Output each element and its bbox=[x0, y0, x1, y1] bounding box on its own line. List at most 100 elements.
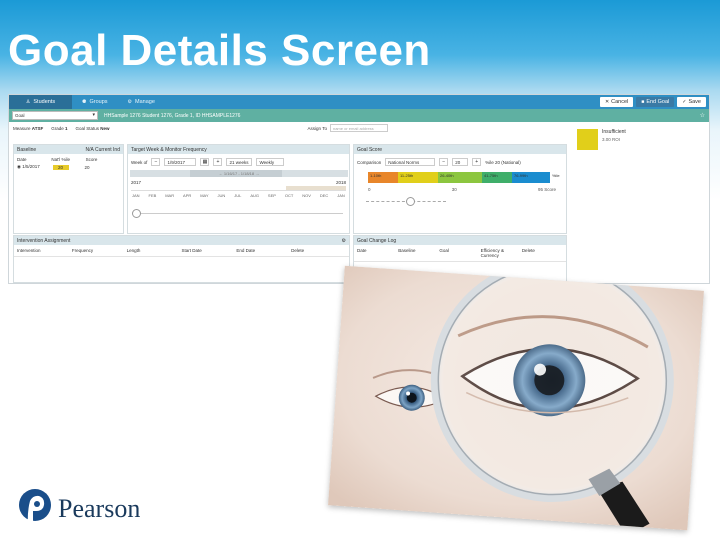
frequency-select[interactable]: Weekly bbox=[256, 158, 285, 166]
tab-manage[interactable]: ⚙ Manage bbox=[118, 95, 165, 109]
assign-input[interactable]: name or email address bbox=[329, 124, 388, 132]
star-icon[interactable]: ☆ bbox=[700, 112, 705, 119]
intervention-column-header[interactable]: Intervention bbox=[17, 248, 72, 253]
grade-label: Grade bbox=[51, 125, 64, 131]
month-label: JAN bbox=[337, 193, 345, 198]
measure-value: ATSF bbox=[31, 125, 44, 131]
student-bar: Goal ▾ HHSample 1276 Student 1276, Grade… bbox=[9, 109, 709, 122]
week-slider-handle[interactable] bbox=[132, 209, 141, 218]
month-label: JAN bbox=[132, 193, 140, 198]
assign-label: Assign To bbox=[307, 125, 327, 131]
pearson-logo-icon bbox=[19, 489, 51, 528]
axis-start: 0 bbox=[368, 187, 371, 192]
date-range-bar[interactable]: ← 1/16/17 - 1/18/18 → bbox=[130, 170, 348, 177]
intervention-column-header[interactable]: End Date bbox=[236, 248, 291, 253]
changelog-column-header[interactable]: Goal bbox=[439, 248, 480, 258]
table-row[interactable]: ◉ 1/5/2017 20 20 bbox=[14, 163, 123, 171]
tab-students[interactable]: ♙ Students bbox=[9, 95, 72, 109]
end-goal-button[interactable]: ■ End Goal bbox=[636, 97, 675, 107]
week-input[interactable]: 1/9/2017 bbox=[164, 158, 197, 166]
weeks-select[interactable]: 21 weeks bbox=[226, 158, 253, 166]
changelog-column-header[interactable]: Delete bbox=[522, 248, 563, 258]
month-label: SEP bbox=[267, 193, 276, 198]
axis-end: 95 Score bbox=[537, 187, 556, 192]
baseline-col-pct: Nat'l %ile bbox=[51, 157, 70, 162]
percentile-bands: 1-10th 11-25th 26-40th 41-75th 76-99th %ile bbox=[368, 172, 563, 183]
end-goal-label: End Goal bbox=[646, 99, 670, 105]
weeks-value: 21 weeks bbox=[229, 159, 249, 165]
magnifier-eye-photo bbox=[328, 265, 704, 531]
group-icon: ⚈ bbox=[82, 98, 87, 105]
score-increment-button[interactable]: + bbox=[472, 158, 482, 166]
check-icon: ✓ bbox=[682, 98, 687, 105]
month-label: JUL bbox=[234, 193, 242, 198]
gears-icon: ⚙ bbox=[127, 98, 133, 105]
top-nav: ♙ Students ⚈ Groups ⚙ Manage ✕ Cancel ■ … bbox=[9, 95, 709, 109]
changelog-column-header[interactable]: Date bbox=[357, 248, 398, 258]
slide-title: Goal Details Screen bbox=[8, 26, 431, 75]
month-label: MAR bbox=[165, 193, 175, 198]
target-title: Target Week & Monitor Frequency bbox=[131, 146, 207, 153]
changelog-column-header[interactable]: Efficiency & Currency bbox=[481, 248, 522, 258]
calendar-icon[interactable]: ▦ bbox=[200, 158, 210, 166]
baseline-date: 1/5/2017 bbox=[22, 164, 40, 169]
tab-groups-label: Groups bbox=[89, 99, 108, 105]
date-range-text: ← 1/16/17 - 1/18/18 → bbox=[218, 171, 260, 176]
baseline-panel: Baseline N/A Current Ind Date Nat'l %ile… bbox=[13, 144, 124, 234]
intervention-column-header[interactable]: Start Date bbox=[181, 248, 236, 253]
grade-value: 1 bbox=[64, 125, 68, 131]
status-swatch bbox=[577, 129, 598, 150]
score-title: Goal Score bbox=[357, 146, 383, 153]
cancel-button[interactable]: ✕ Cancel bbox=[599, 97, 634, 107]
save-label: Save bbox=[688, 99, 701, 105]
month-label: FEB bbox=[148, 193, 157, 198]
status-label: Goal Status bbox=[75, 125, 100, 131]
status-text: Insufficient bbox=[602, 129, 626, 135]
intervention-column-header[interactable]: Length bbox=[127, 248, 182, 253]
close-icon: ✕ bbox=[604, 98, 610, 105]
month-label: JUN bbox=[217, 193, 226, 198]
save-button[interactable]: ✓ Save bbox=[677, 97, 706, 107]
week-increment-button[interactable]: + bbox=[213, 158, 223, 166]
month-label: NOV bbox=[302, 193, 311, 198]
intervention-column-header[interactable]: Frequency bbox=[72, 248, 127, 253]
pearson-wordmark: Pearson bbox=[58, 494, 141, 523]
intervention-panel: Intervention Assignment ⚙ Intervention Fr… bbox=[13, 235, 350, 283]
axis-mid: 30 bbox=[451, 187, 457, 192]
month-label: DEC bbox=[319, 193, 329, 198]
months-axis: JAN FEB MAR APR MAY JUN JUL AUG SEP OCT NOV DEC JAN bbox=[128, 192, 349, 199]
percentile-band: 76-99th bbox=[512, 172, 550, 183]
week-decrement-button[interactable]: − bbox=[151, 158, 161, 166]
comparison-select[interactable]: National Norms bbox=[385, 158, 436, 166]
timeline-band bbox=[131, 186, 346, 191]
frequency-value: Weekly bbox=[259, 159, 275, 165]
baseline-action[interactable]: N/A Current Ind bbox=[86, 147, 120, 153]
score-slider[interactable] bbox=[366, 197, 446, 206]
week-value: 1/9/2017 bbox=[167, 159, 185, 165]
band-tail-label: %ile bbox=[552, 173, 560, 178]
goal-dropdown[interactable]: Goal ▾ bbox=[12, 111, 98, 120]
goal-status-indicator: Insufficient 3.00 ROI bbox=[577, 129, 626, 150]
tab-students-label: Students bbox=[33, 99, 56, 105]
changelog-column-header[interactable]: Baseline bbox=[398, 248, 439, 258]
chevron-down-icon: ▾ bbox=[92, 112, 95, 118]
percentile-band: 11-25th bbox=[398, 172, 438, 183]
month-label: OCT bbox=[284, 193, 294, 198]
percentile-value: %ile 20 (National) bbox=[485, 159, 521, 165]
radio-icon[interactable]: ◉ bbox=[17, 164, 21, 169]
intervention-title: Intervention Assignment bbox=[17, 237, 71, 244]
tab-groups[interactable]: ⚈ Groups bbox=[72, 95, 118, 109]
cancel-label: Cancel bbox=[611, 99, 629, 105]
student-info: HHSample 1276 Student 1276, Grade 1, ID … bbox=[104, 112, 241, 119]
intervention-column-header[interactable]: Delete bbox=[291, 248, 346, 253]
percentile-band: 1-10th bbox=[368, 172, 398, 183]
score-input[interactable]: 20 bbox=[452, 158, 469, 166]
week-slider[interactable] bbox=[132, 209, 343, 218]
goal-score-panel: Goal Score Comparison National Norms − 2… bbox=[353, 144, 567, 234]
settings-icon[interactable]: ⚙ bbox=[342, 238, 346, 244]
baseline-col-score: Score bbox=[85, 157, 98, 162]
score-decrement-button[interactable]: − bbox=[439, 158, 449, 166]
score-slider-handle[interactable] bbox=[406, 197, 415, 206]
tab-manage-label: Manage bbox=[135, 99, 155, 105]
status-roi: 3.00 ROI bbox=[602, 137, 621, 142]
